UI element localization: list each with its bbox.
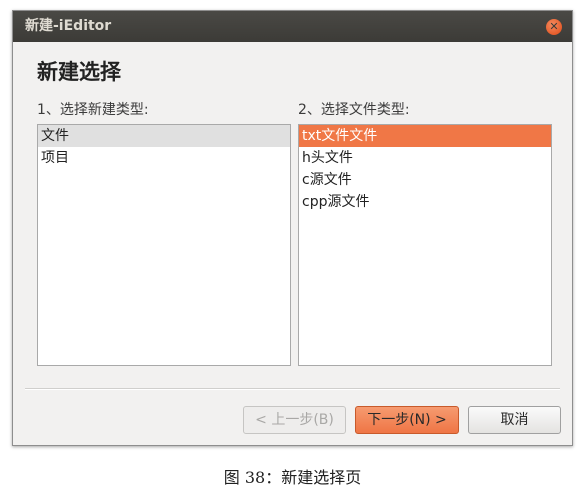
list-item-project[interactable]: 项目	[38, 147, 290, 169]
next-button[interactable]: 下一步(N) >	[355, 406, 459, 434]
list-item-file[interactable]: 文件	[38, 125, 290, 147]
left-panel-label: 1、选择新建类型:	[37, 102, 149, 118]
titlebar: 新建-iEditor ✕	[13, 11, 572, 42]
window-title: 新建-iEditor	[25, 18, 112, 34]
list-item-cpp[interactable]: cpp源文件	[299, 191, 551, 213]
list-item-h[interactable]: h头文件	[299, 147, 551, 169]
cancel-button[interactable]: 取消	[468, 406, 561, 434]
right-panel-label: 2、选择文件类型:	[298, 102, 410, 118]
page-heading: 新建选择	[37, 60, 121, 84]
close-button[interactable]: ✕	[546, 19, 562, 35]
close-icon: ✕	[549, 20, 559, 33]
new-dialog-window: 新建-iEditor ✕ 新建选择 1、选择新建类型: 文件 项目 2、选择文件…	[12, 10, 573, 446]
prev-button[interactable]: < 上一步(B)	[243, 406, 346, 434]
list-item-c[interactable]: c源文件	[299, 169, 551, 191]
divider	[25, 388, 560, 390]
new-type-list[interactable]: 文件 项目	[37, 124, 291, 366]
list-item-txt[interactable]: txt文件文件	[299, 125, 551, 147]
file-type-list[interactable]: txt文件文件 h头文件 c源文件 cpp源文件	[298, 124, 552, 366]
figure-caption: 图 38：新建选择页	[223, 468, 362, 487]
